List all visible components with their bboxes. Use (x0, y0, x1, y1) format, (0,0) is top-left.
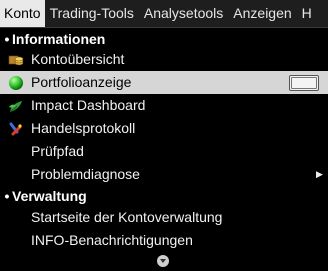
menu-item-portfolioanzeige[interactable]: Portfolioanzeige (0, 71, 328, 94)
menu-item-label: Kontoübersicht (31, 51, 125, 67)
menu-item-problemdiagnose[interactable]: Problemdiagnose ▶ (0, 163, 328, 186)
menu-item-label: Impact Dashboard (31, 97, 146, 113)
menu-item-label: Problemdiagnose (31, 166, 140, 182)
section-header-verwaltung: • Verwaltung (0, 186, 328, 206)
submenu-arrow-icon: ▶ (316, 169, 323, 179)
menu-hilfe-truncated[interactable]: H (297, 0, 317, 27)
section-bullet: • (4, 188, 10, 204)
scroll-down-icon[interactable] (157, 255, 169, 267)
section-header-informationen: • Informationen (0, 29, 328, 49)
menu-item-info-benachrichtigungen[interactable]: INFO-Benachrichtigungen (0, 229, 328, 252)
menu-analysetools[interactable]: Analysetools (139, 0, 228, 27)
leaf-icon (9, 101, 22, 113)
konto-dropdown-menu: • Informationen Kontoübersicht Portfolio… (0, 27, 328, 271)
menu-bar: Konto Trading-Tools Analysetools Anzeige… (0, 0, 328, 28)
menu-item-pruefpfad[interactable]: Prüfpfad (0, 140, 328, 163)
menu-item-handelsprotokoll[interactable]: Handelsprotokoll (0, 117, 328, 140)
trade-log-icon (9, 122, 22, 136)
section-label: Verwaltung (12, 188, 87, 204)
menu-konto[interactable]: Konto (0, 0, 45, 27)
section-bullet: • (4, 31, 10, 47)
section-label: Informationen (12, 31, 106, 47)
menu-item-label: Portfolioanzeige (31, 74, 132, 90)
menu-item-label: Prüfpfad (31, 143, 84, 159)
menu-item-impact-dashboard[interactable]: Impact Dashboard (0, 94, 328, 117)
menu-trading-tools[interactable]: Trading-Tools (45, 0, 139, 27)
portfolio-globe-icon (9, 76, 23, 90)
menu-item-kontouebersicht[interactable]: Kontoübersicht (0, 48, 328, 71)
menu-item-startseite-kontoverwaltung[interactable]: Startseite der Kontoverwaltung (0, 206, 328, 229)
window-toggle-icon[interactable] (289, 75, 319, 91)
menu-item-label: INFO-Benachrichtigungen (31, 232, 193, 248)
coins-icon (8, 55, 24, 66)
menu-item-label: Startseite der Kontoverwaltung (31, 209, 223, 225)
menu-item-label: Handelsprotokoll (31, 120, 136, 136)
menu-anzeigen[interactable]: Anzeigen (228, 0, 296, 27)
